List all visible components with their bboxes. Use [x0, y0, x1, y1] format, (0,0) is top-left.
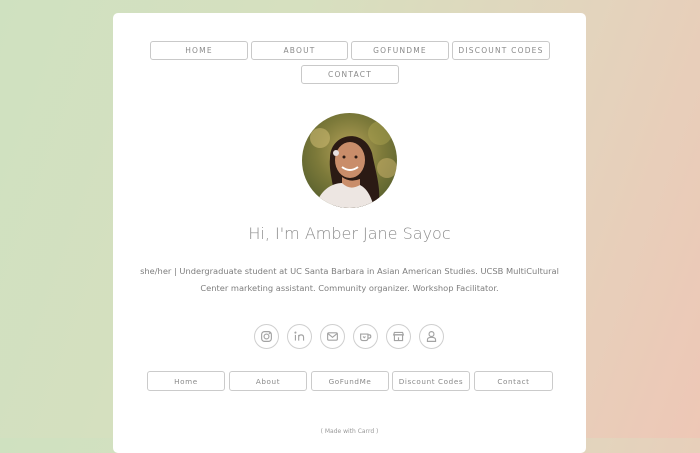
avatar [302, 113, 397, 208]
nav-discount-codes-button[interactable]: DISCOUNT CODES [452, 41, 550, 60]
linkedin-icon [294, 331, 305, 341]
user-icon [426, 331, 437, 342]
made-with-carrd-link[interactable]: ( Made with Carrd ) [113, 428, 586, 435]
nav-gofundme-button[interactable]: GOFUNDME [351, 41, 449, 60]
linkedin-link[interactable] [287, 324, 312, 349]
footer-contact-button[interactable]: Contact [474, 371, 553, 391]
footer-discount-codes-button[interactable]: Discount Codes [392, 371, 470, 391]
coffee-icon [360, 333, 372, 342]
nav-home-button[interactable]: HOME [150, 41, 248, 60]
email-link[interactable] [320, 324, 345, 349]
store-icon [392, 331, 405, 342]
instagram-icon [261, 331, 272, 342]
bio-text: she/her | Undergraduate student at UC Sa… [140, 266, 559, 293]
footer-about-button[interactable]: About [229, 371, 307, 391]
nav-contact-button[interactable]: CONTACT [301, 65, 399, 84]
profile-link[interactable] [419, 324, 444, 349]
kofi-link[interactable] [353, 324, 378, 349]
footer-gofundme-button[interactable]: GoFundMe [311, 371, 389, 391]
shop-link[interactable] [386, 324, 411, 349]
profile-card: HOME ABOUT GOFUNDME DISCOUNT CODES CONTA… [113, 13, 586, 453]
page-title: Hi, I'm Amber Jane Sayoc [248, 224, 451, 243]
nav-about-button[interactable]: ABOUT [251, 41, 348, 60]
email-icon [327, 332, 338, 341]
footer-home-button[interactable]: Home [147, 371, 225, 391]
instagram-link[interactable] [254, 324, 279, 349]
